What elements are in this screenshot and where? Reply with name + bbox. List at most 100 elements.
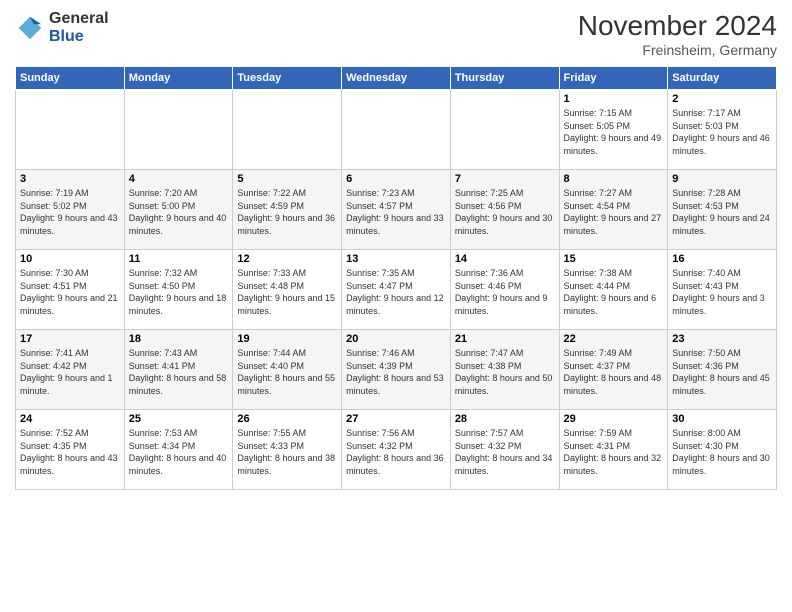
table-cell: 4 Sunrise: 7:20 AM Sunset: 5:00 PM Daylig… — [124, 170, 233, 250]
day-number: 30 — [672, 413, 772, 425]
col-thursday: Thursday — [450, 67, 559, 90]
day-info: Sunrise: 7:32 AM Sunset: 4:50 PM Dayligh… — [129, 267, 229, 317]
day-info: Sunrise: 7:28 AM Sunset: 4:53 PM Dayligh… — [672, 187, 772, 237]
day-info: Sunrise: 7:47 AM Sunset: 4:38 PM Dayligh… — [455, 347, 555, 397]
day-info: Sunrise: 7:27 AM Sunset: 4:54 PM Dayligh… — [564, 187, 664, 237]
table-cell — [233, 90, 342, 170]
day-info: Sunrise: 7:50 AM Sunset: 4:36 PM Dayligh… — [672, 347, 772, 397]
table-cell: 7 Sunrise: 7:25 AM Sunset: 4:56 PM Daylig… — [450, 170, 559, 250]
col-saturday: Saturday — [668, 67, 777, 90]
day-number: 19 — [237, 333, 337, 345]
table-cell: 28 Sunrise: 7:57 AM Sunset: 4:32 PM Dayli… — [450, 410, 559, 490]
table-cell — [450, 90, 559, 170]
day-info: Sunrise: 7:33 AM Sunset: 4:48 PM Dayligh… — [237, 267, 337, 317]
table-cell: 21 Sunrise: 7:47 AM Sunset: 4:38 PM Dayli… — [450, 330, 559, 410]
table-cell: 11 Sunrise: 7:32 AM Sunset: 4:50 PM Dayli… — [124, 250, 233, 330]
logo-text: General Blue — [49, 10, 109, 45]
day-number: 8 — [564, 173, 664, 185]
day-number: 11 — [129, 253, 229, 265]
col-sunday: Sunday — [16, 67, 125, 90]
day-number: 18 — [129, 333, 229, 345]
day-number: 25 — [129, 413, 229, 425]
day-number: 21 — [455, 333, 555, 345]
day-info: Sunrise: 7:55 AM Sunset: 4:33 PM Dayligh… — [237, 427, 337, 477]
calendar-week-1: 1Sunrise: 7:15 AM Sunset: 5:05 PM Daylig… — [16, 90, 777, 170]
day-number: 16 — [672, 253, 772, 265]
table-cell: 18 Sunrise: 7:43 AM Sunset: 4:41 PM Dayli… — [124, 330, 233, 410]
day-info: Sunrise: 7:36 AM Sunset: 4:46 PM Dayligh… — [455, 267, 555, 317]
day-number: 27 — [346, 413, 446, 425]
day-number: 2 — [672, 93, 772, 105]
table-cell — [16, 90, 125, 170]
day-number: 4 — [129, 173, 229, 185]
calendar-table: Sunday Monday Tuesday Wednesday Thursday… — [15, 66, 777, 490]
col-tuesday: Tuesday — [233, 67, 342, 90]
day-info: Sunrise: 7:56 AM Sunset: 4:32 PM Dayligh… — [346, 427, 446, 477]
table-cell: 8 Sunrise: 7:27 AM Sunset: 4:54 PM Daylig… — [559, 170, 668, 250]
table-cell: 29 Sunrise: 7:59 AM Sunset: 4:31 PM Dayli… — [559, 410, 668, 490]
table-cell: 20Sunrise: 7:46 AM Sunset: 4:39 PM Dayli… — [342, 330, 451, 410]
day-info: Sunrise: 7:41 AM Sunset: 4:42 PM Dayligh… — [20, 347, 120, 397]
table-cell: 22Sunrise: 7:49 AM Sunset: 4:37 PM Dayli… — [559, 330, 668, 410]
day-info: Sunrise: 7:25 AM Sunset: 4:56 PM Dayligh… — [455, 187, 555, 237]
page-header: General Blue November 2024 Freinsheim, G… — [15, 10, 777, 58]
day-info: Sunrise: 7:59 AM Sunset: 4:31 PM Dayligh… — [564, 427, 664, 477]
day-info: Sunrise: 7:17 AM Sunset: 5:03 PM Dayligh… — [672, 107, 772, 157]
day-info: Sunrise: 8:00 AM Sunset: 4:30 PM Dayligh… — [672, 427, 772, 477]
table-cell: 19 Sunrise: 7:44 AM Sunset: 4:40 PM Dayli… — [233, 330, 342, 410]
month-title: November 2024 — [578, 10, 777, 42]
day-number: 17 — [20, 333, 120, 345]
day-number: 22 — [564, 333, 664, 345]
title-block: November 2024 Freinsheim, Germany — [578, 10, 777, 58]
day-number: 26 — [237, 413, 337, 425]
table-cell: 25Sunrise: 7:53 AM Sunset: 4:34 PM Dayli… — [124, 410, 233, 490]
table-cell: 15Sunrise: 7:38 AM Sunset: 4:44 PM Dayli… — [559, 250, 668, 330]
logo-blue: Blue — [49, 28, 109, 46]
col-wednesday: Wednesday — [342, 67, 451, 90]
day-info: Sunrise: 7:40 AM Sunset: 4:43 PM Dayligh… — [672, 267, 772, 317]
day-info: Sunrise: 7:57 AM Sunset: 4:32 PM Dayligh… — [455, 427, 555, 477]
day-info: Sunrise: 7:20 AM Sunset: 5:00 PM Dayligh… — [129, 187, 229, 237]
day-number: 23 — [672, 333, 772, 345]
day-number: 28 — [455, 413, 555, 425]
day-info: Sunrise: 7:43 AM Sunset: 4:41 PM Dayligh… — [129, 347, 229, 397]
table-cell: 16 Sunrise: 7:40 AM Sunset: 4:43 PM Dayli… — [668, 250, 777, 330]
day-number: 29 — [564, 413, 664, 425]
day-number: 24 — [20, 413, 120, 425]
day-info: Sunrise: 7:52 AM Sunset: 4:35 PM Dayligh… — [20, 427, 120, 477]
logo-general: General — [49, 10, 109, 28]
calendar-week-5: 24 Sunrise: 7:52 AM Sunset: 4:35 PM Dayli… — [16, 410, 777, 490]
logo-icon — [15, 13, 45, 43]
day-number: 15 — [564, 253, 664, 265]
table-cell: 1Sunrise: 7:15 AM Sunset: 5:05 PM Daylig… — [559, 90, 668, 170]
table-cell: 24 Sunrise: 7:52 AM Sunset: 4:35 PM Dayli… — [16, 410, 125, 490]
day-number: 6 — [346, 173, 446, 185]
day-number: 7 — [455, 173, 555, 185]
day-info: Sunrise: 7:22 AM Sunset: 4:59 PM Dayligh… — [237, 187, 337, 237]
day-info: Sunrise: 7:35 AM Sunset: 4:47 PM Dayligh… — [346, 267, 446, 317]
day-number: 14 — [455, 253, 555, 265]
logo: General Blue — [15, 10, 109, 45]
table-cell: 3 Sunrise: 7:19 AM Sunset: 5:02 PM Daylig… — [16, 170, 125, 250]
table-cell: 2 Sunrise: 7:17 AM Sunset: 5:03 PM Daylig… — [668, 90, 777, 170]
table-cell: 23 Sunrise: 7:50 AM Sunset: 4:36 PM Dayli… — [668, 330, 777, 410]
day-info: Sunrise: 7:44 AM Sunset: 4:40 PM Dayligh… — [237, 347, 337, 397]
col-friday: Friday — [559, 67, 668, 90]
day-info: Sunrise: 7:23 AM Sunset: 4:57 PM Dayligh… — [346, 187, 446, 237]
table-cell: 13Sunrise: 7:35 AM Sunset: 4:47 PM Dayli… — [342, 250, 451, 330]
day-number: 3 — [20, 173, 120, 185]
calendar-week-2: 3 Sunrise: 7:19 AM Sunset: 5:02 PM Daylig… — [16, 170, 777, 250]
table-cell: 9Sunrise: 7:28 AM Sunset: 4:53 PM Daylig… — [668, 170, 777, 250]
table-cell: 6 Sunrise: 7:23 AM Sunset: 4:57 PM Daylig… — [342, 170, 451, 250]
table-cell: 5 Sunrise: 7:22 AM Sunset: 4:59 PM Daylig… — [233, 170, 342, 250]
day-number: 12 — [237, 253, 337, 265]
day-info: Sunrise: 7:19 AM Sunset: 5:02 PM Dayligh… — [20, 187, 120, 237]
day-number: 5 — [237, 173, 337, 185]
calendar-header-row: Sunday Monday Tuesday Wednesday Thursday… — [16, 67, 777, 90]
day-info: Sunrise: 7:46 AM Sunset: 4:39 PM Dayligh… — [346, 347, 446, 397]
table-cell — [342, 90, 451, 170]
day-info: Sunrise: 7:15 AM Sunset: 5:05 PM Dayligh… — [564, 107, 664, 157]
calendar-week-3: 10Sunrise: 7:30 AM Sunset: 4:51 PM Dayli… — [16, 250, 777, 330]
table-cell: 30 Sunrise: 8:00 AM Sunset: 4:30 PM Dayli… — [668, 410, 777, 490]
table-cell — [124, 90, 233, 170]
